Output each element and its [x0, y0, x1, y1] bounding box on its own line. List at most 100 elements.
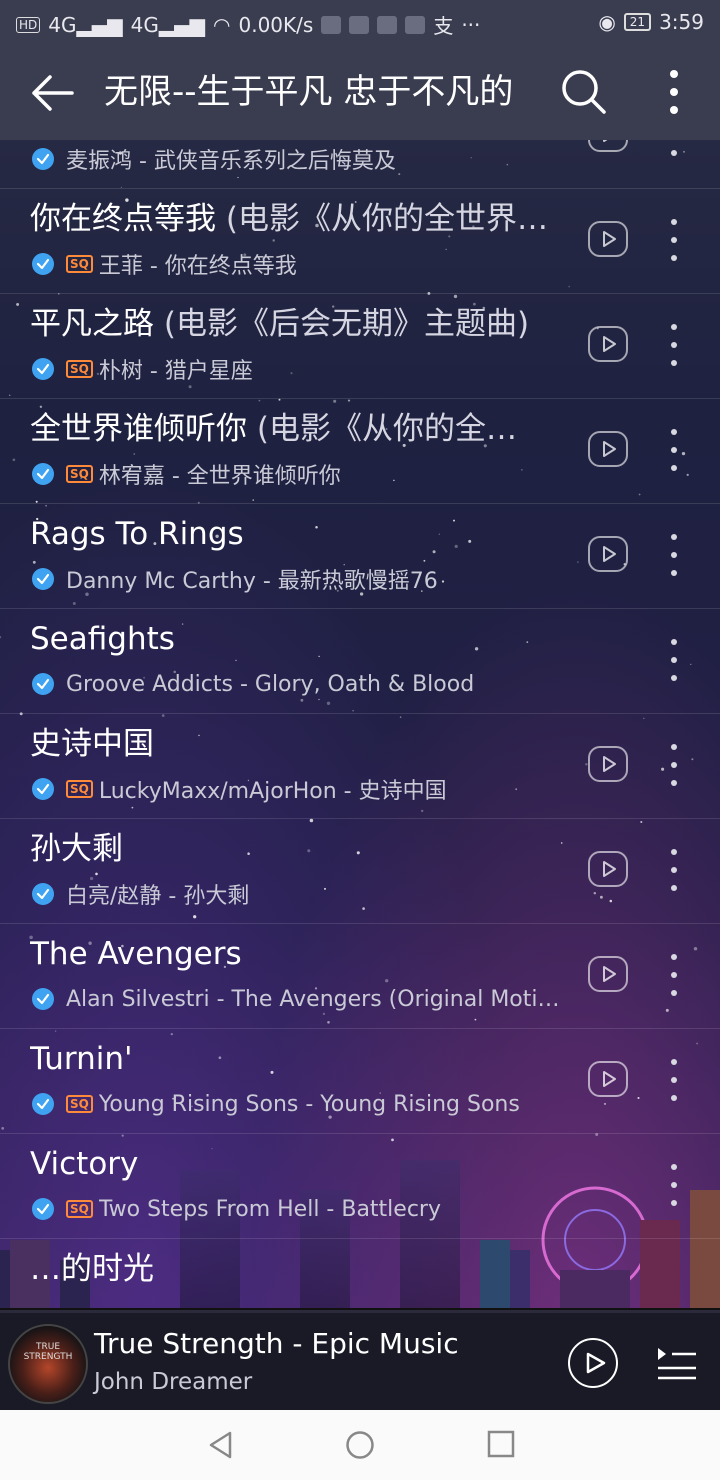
nav-back-button[interactable] [206, 1430, 236, 1460]
play-video-button[interactable] [588, 851, 628, 887]
more-dot-icon [671, 885, 677, 891]
song-row[interactable]: 史诗中国 SQ LuckyMaxx/mAjorHon - 史诗中国 [0, 714, 720, 819]
song-more-button[interactable] [660, 427, 688, 473]
song-row[interactable]: 全世界谁倾听你 (电影《从你的全… SQ 林宥嘉 - 全世界谁倾听你 [0, 399, 720, 504]
song-more-button[interactable] [660, 217, 688, 263]
artist-album: 麦振鸿 - 武侠音乐系列之后悔莫及 [66, 149, 396, 174]
alipay-icon: 支 [433, 14, 454, 38]
tiktok-icon [405, 15, 426, 34]
song-meta: Groove Addicts - Glory, Oath & Blood [32, 669, 572, 699]
sq-quality-badge: SQ [66, 465, 93, 483]
play-icon [603, 966, 616, 982]
song-more-button[interactable] [660, 1057, 688, 1103]
square-recents-icon [487, 1430, 515, 1458]
now-playing-artist: John Dreamer [94, 1369, 253, 1395]
play-video-button[interactable] [588, 140, 628, 152]
play-video-button[interactable] [588, 326, 628, 362]
status-bar: HD 4G▂▄▆ 4G▂▄▆ ◠ 0.00K/s 支 ··· ◉ 21 3:59 [0, 0, 720, 44]
song-row[interactable]: The Avengers Alan Silvestri - The Avenger… [0, 924, 720, 1029]
song-more-button[interactable] [660, 140, 688, 158]
artist-album: 林宥嘉 - 全世界谁倾听你 [98, 464, 341, 489]
search-button[interactable] [558, 66, 610, 118]
more-dot-icon [671, 360, 677, 366]
song-title-main: 孙大剩 [30, 831, 123, 867]
song-row[interactable]: Turnin' SQ Young Rising Sons - Young Risin… [0, 1029, 720, 1134]
more-dot-icon [671, 219, 677, 225]
more-dot-icon [671, 237, 677, 243]
song-more-button[interactable] [660, 637, 688, 683]
more-dot-icon [671, 255, 677, 261]
song-more-button[interactable] [660, 1162, 688, 1208]
sq-quality-badge: SQ [66, 780, 93, 798]
app-notification-icon [321, 15, 342, 34]
nav-recents-button[interactable] [487, 1430, 515, 1458]
more-dot-icon [671, 324, 677, 330]
song-meta: SQ 林宥嘉 - 全世界谁倾听你 [32, 459, 572, 489]
artist-album: Danny Mc Carthy - 最新热歌慢摇76 [66, 569, 438, 594]
more-dot-icon [671, 1200, 677, 1206]
now-playing-bar[interactable]: TRUE STRENGTH True Strength - Epic Music… [0, 1310, 720, 1410]
song-more-button[interactable] [660, 847, 688, 893]
song-title-main: Victory [30, 1146, 139, 1182]
song-title-main: …的时光 [30, 1251, 154, 1287]
more-dot-icon [671, 552, 677, 558]
album-art-text: TRUE STRENGTH [23, 1342, 73, 1362]
song-more-button[interactable] [660, 742, 688, 788]
playlist-button[interactable] [656, 1344, 698, 1382]
song-row[interactable]: …的时光 [0, 1239, 720, 1310]
play-video-button[interactable] [588, 746, 628, 782]
sq-quality-badge: SQ [66, 360, 93, 378]
song-title: Seafights [30, 617, 570, 661]
song-list[interactable]: 莫失莫忘麦振鸿 - 武侠音乐系列之后悔莫及你在终点等我 (电影《从你的全世界… S… [0, 140, 720, 1310]
album-art[interactable]: TRUE STRENGTH [8, 1324, 88, 1404]
song-more-button[interactable] [660, 322, 688, 368]
play-video-button[interactable] [588, 1061, 628, 1097]
play-video-button[interactable] [588, 956, 628, 992]
song-title-main: 史诗中国 [30, 726, 154, 762]
more-dot-icon [671, 465, 677, 471]
song-row[interactable]: 平凡之路 (电影《后会无期》主题曲) SQ 朴树 - 猎户星座 [0, 294, 720, 399]
song-row[interactable]: Seafights Groove Addicts - Glory, Oath & … [0, 609, 720, 714]
play-icon [603, 140, 608, 142]
hd-badge: HD [16, 16, 41, 33]
search-icon [562, 70, 606, 114]
song-title-main: Seafights [30, 621, 175, 657]
song-row[interactable]: 孙大剩 白亮/赵静 - 孙大剩 [0, 819, 720, 924]
song-row[interactable]: 你在终点等我 (电影《从你的全世界… SQ 王菲 - 你在终点等我 [0, 189, 720, 294]
nav-home-button[interactable] [345, 1430, 375, 1460]
song-row[interactable]: Victory SQ Two Steps From Hell - Battlecry [0, 1134, 720, 1239]
play-icon [603, 441, 616, 457]
play-video-button[interactable] [588, 431, 628, 467]
artist-album: 朴树 - 猎户星座 [98, 359, 253, 384]
more-options-button[interactable] [650, 66, 698, 118]
song-row[interactable]: 莫失莫忘麦振鸿 - 武侠音乐系列之后悔莫及 [0, 140, 720, 189]
back-button[interactable] [26, 66, 80, 120]
song-meta: Alan Silvestri - The Avengers (Original … [32, 984, 572, 1014]
more-dot-icon [671, 447, 677, 453]
sq-quality-badge: SQ [66, 1200, 93, 1218]
play-icon [603, 861, 616, 877]
more-dot-icon [671, 675, 677, 681]
song-title: Rags To Rings [30, 512, 570, 556]
play-video-button[interactable] [588, 221, 628, 257]
more-dot-icon [671, 1077, 677, 1083]
more-dot-icon [671, 342, 677, 348]
song-more-button[interactable] [660, 952, 688, 998]
song-row[interactable]: Rags To Rings Danny Mc Carthy - 最新热歌慢摇76 [0, 504, 720, 609]
more-dot-icon [671, 867, 677, 873]
play-video-button[interactable] [588, 536, 628, 572]
song-title-main: Turnin' [30, 1041, 133, 1077]
eye-icon: ◉ [598, 10, 616, 34]
play-pause-button[interactable] [568, 1338, 618, 1388]
song-meta: SQ 朴树 - 猎户星座 [32, 354, 572, 384]
downloaded-check-icon [32, 778, 54, 800]
now-playing-title: True Strength - Epic Music [94, 1327, 459, 1360]
network-speed: 0.00K/s [238, 12, 314, 37]
song-more-button[interactable] [660, 532, 688, 578]
play-icon [603, 336, 616, 352]
song-title: Victory [30, 1142, 570, 1186]
song-title: The Avengers [30, 932, 570, 976]
more-dot-icon [671, 534, 677, 540]
more-vertical-icon [670, 70, 678, 114]
more-dot-icon [671, 954, 677, 960]
